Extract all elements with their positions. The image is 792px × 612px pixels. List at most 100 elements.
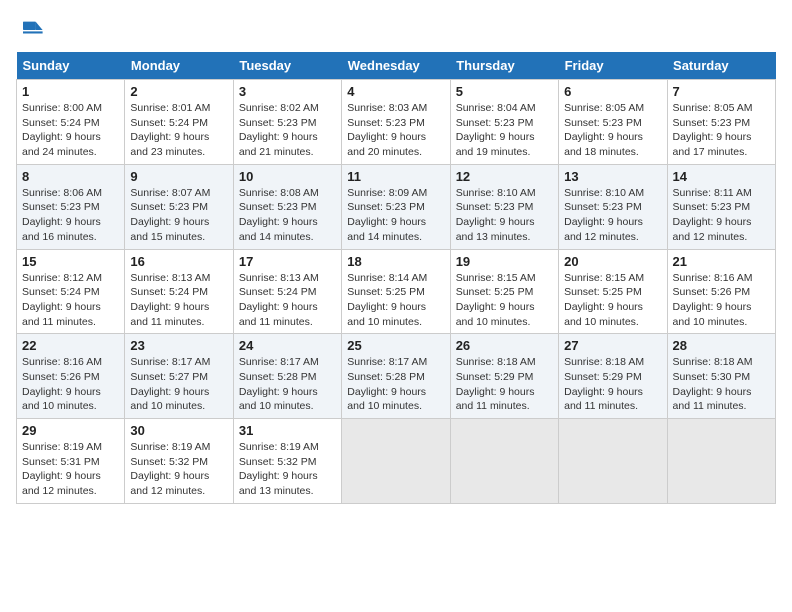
day-info: Sunrise: 8:16 AMSunset: 5:26 PMDaylight:… — [673, 271, 770, 330]
day-cell: 9 Sunrise: 8:07 AMSunset: 5:23 PMDaylight… — [125, 164, 233, 249]
day-number: 22 — [22, 338, 119, 353]
day-number: 26 — [456, 338, 553, 353]
day-number: 24 — [239, 338, 336, 353]
day-number: 30 — [130, 423, 227, 438]
day-cell: 22Sunrise: 8:16 AMSunset: 5:26 PMDayligh… — [17, 334, 125, 419]
day-number: 3 — [239, 84, 336, 99]
day-info: Sunrise: 8:02 AMSunset: 5:23 PMDaylight:… — [239, 101, 336, 160]
day-number: 23 — [130, 338, 227, 353]
day-number: 7 — [673, 84, 770, 99]
day-cell: 13 Sunrise: 8:10 AMSunset: 5:23 PMDayligh… — [559, 164, 667, 249]
day-info: Sunrise: 8:18 AMSunset: 5:29 PMDaylight:… — [564, 355, 661, 414]
day-info: Sunrise: 8:18 AMSunset: 5:30 PMDaylight:… — [673, 355, 770, 414]
day-cell — [559, 419, 667, 504]
column-header-tuesday: Tuesday — [233, 52, 341, 80]
day-info: Sunrise: 8:05 AMSunset: 5:23 PMDaylight:… — [564, 101, 661, 160]
day-number: 29 — [22, 423, 119, 438]
day-info: Sunrise: 8:12 AMSunset: 5:24 PMDaylight:… — [22, 271, 119, 330]
day-info: Sunrise: 8:05 AMSunset: 5:23 PMDaylight:… — [673, 101, 770, 160]
day-number: 8 — [22, 169, 119, 184]
day-cell: 3 Sunrise: 8:02 AMSunset: 5:23 PMDaylight… — [233, 80, 341, 165]
day-info: Sunrise: 8:01 AMSunset: 5:24 PMDaylight:… — [130, 101, 227, 160]
day-number: 5 — [456, 84, 553, 99]
day-info: Sunrise: 8:10 AMSunset: 5:23 PMDaylight:… — [564, 186, 661, 245]
day-cell: 19 Sunrise: 8:15 AMSunset: 5:25 PMDayligh… — [450, 249, 558, 334]
week-row: 29 Sunrise: 8:19 AMSunset: 5:31 PMDayligh… — [17, 419, 776, 504]
day-info: Sunrise: 8:17 AMSunset: 5:28 PMDaylight:… — [347, 355, 444, 414]
logo — [16, 16, 48, 44]
day-number: 18 — [347, 254, 444, 269]
day-info: Sunrise: 8:07 AMSunset: 5:23 PMDaylight:… — [130, 186, 227, 245]
day-cell: 21Sunrise: 8:16 AMSunset: 5:26 PMDayligh… — [667, 249, 775, 334]
day-number: 19 — [456, 254, 553, 269]
day-cell: 12 Sunrise: 8:10 AMSunset: 5:23 PMDayligh… — [450, 164, 558, 249]
day-info: Sunrise: 8:19 AMSunset: 5:31 PMDaylight:… — [22, 440, 119, 499]
day-number: 9 — [130, 169, 227, 184]
day-cell: 2 Sunrise: 8:01 AMSunset: 5:24 PMDaylight… — [125, 80, 233, 165]
day-cell — [667, 419, 775, 504]
week-row: 8 Sunrise: 8:06 AMSunset: 5:23 PMDaylight… — [17, 164, 776, 249]
day-number: 20 — [564, 254, 661, 269]
header-row: SundayMondayTuesdayWednesdayThursdayFrid… — [17, 52, 776, 80]
logo-icon — [16, 16, 44, 44]
day-cell: 7 Sunrise: 8:05 AMSunset: 5:23 PMDaylight… — [667, 80, 775, 165]
day-info: Sunrise: 8:15 AMSunset: 5:25 PMDaylight:… — [456, 271, 553, 330]
day-number: 1 — [22, 84, 119, 99]
calendar-body: 1 Sunrise: 8:00 AMSunset: 5:24 PMDaylight… — [17, 80, 776, 504]
day-number: 16 — [130, 254, 227, 269]
day-cell: 11 Sunrise: 8:09 AMSunset: 5:23 PMDayligh… — [342, 164, 450, 249]
day-cell: 4 Sunrise: 8:03 AMSunset: 5:23 PMDaylight… — [342, 80, 450, 165]
day-info: Sunrise: 8:09 AMSunset: 5:23 PMDaylight:… — [347, 186, 444, 245]
day-info: Sunrise: 8:08 AMSunset: 5:23 PMDaylight:… — [239, 186, 336, 245]
day-number: 4 — [347, 84, 444, 99]
day-cell: 1 Sunrise: 8:00 AMSunset: 5:24 PMDaylight… — [17, 80, 125, 165]
day-number: 25 — [347, 338, 444, 353]
day-cell: 30 Sunrise: 8:19 AMSunset: 5:32 PMDayligh… — [125, 419, 233, 504]
day-info: Sunrise: 8:10 AMSunset: 5:23 PMDaylight:… — [456, 186, 553, 245]
day-cell: 25 Sunrise: 8:17 AMSunset: 5:28 PMDayligh… — [342, 334, 450, 419]
day-info: Sunrise: 8:13 AMSunset: 5:24 PMDaylight:… — [239, 271, 336, 330]
column-header-wednesday: Wednesday — [342, 52, 450, 80]
day-info: Sunrise: 8:17 AMSunset: 5:27 PMDaylight:… — [130, 355, 227, 414]
day-number: 31 — [239, 423, 336, 438]
day-number: 2 — [130, 84, 227, 99]
day-number: 6 — [564, 84, 661, 99]
day-info: Sunrise: 8:19 AMSunset: 5:32 PMDaylight:… — [130, 440, 227, 499]
header — [16, 16, 776, 44]
day-cell: 20 Sunrise: 8:15 AMSunset: 5:25 PMDayligh… — [559, 249, 667, 334]
week-row: 1 Sunrise: 8:00 AMSunset: 5:24 PMDaylight… — [17, 80, 776, 165]
day-cell: 6 Sunrise: 8:05 AMSunset: 5:23 PMDaylight… — [559, 80, 667, 165]
day-number: 12 — [456, 169, 553, 184]
day-cell: 15Sunrise: 8:12 AMSunset: 5:24 PMDayligh… — [17, 249, 125, 334]
day-cell: 23 Sunrise: 8:17 AMSunset: 5:27 PMDayligh… — [125, 334, 233, 419]
day-info: Sunrise: 8:13 AMSunset: 5:24 PMDaylight:… — [130, 271, 227, 330]
day-cell: 26Sunrise: 8:18 AMSunset: 5:29 PMDayligh… — [450, 334, 558, 419]
day-cell — [450, 419, 558, 504]
day-number: 14 — [673, 169, 770, 184]
day-number: 11 — [347, 169, 444, 184]
day-cell: 31 Sunrise: 8:19 AMSunset: 5:32 PMDayligh… — [233, 419, 341, 504]
day-info: Sunrise: 8:06 AMSunset: 5:23 PMDaylight:… — [22, 186, 119, 245]
column-header-sunday: Sunday — [17, 52, 125, 80]
day-cell: 24Sunrise: 8:17 AMSunset: 5:28 PMDayligh… — [233, 334, 341, 419]
column-header-friday: Friday — [559, 52, 667, 80]
day-info: Sunrise: 8:15 AMSunset: 5:25 PMDaylight:… — [564, 271, 661, 330]
day-number: 17 — [239, 254, 336, 269]
day-cell: 16 Sunrise: 8:13 AMSunset: 5:24 PMDayligh… — [125, 249, 233, 334]
day-info: Sunrise: 8:03 AMSunset: 5:23 PMDaylight:… — [347, 101, 444, 160]
day-number: 28 — [673, 338, 770, 353]
week-row: 15Sunrise: 8:12 AMSunset: 5:24 PMDayligh… — [17, 249, 776, 334]
day-cell: 5 Sunrise: 8:04 AMSunset: 5:23 PMDaylight… — [450, 80, 558, 165]
day-info: Sunrise: 8:04 AMSunset: 5:23 PMDaylight:… — [456, 101, 553, 160]
day-cell: 28 Sunrise: 8:18 AMSunset: 5:30 PMDayligh… — [667, 334, 775, 419]
day-number: 13 — [564, 169, 661, 184]
day-info: Sunrise: 8:19 AMSunset: 5:32 PMDaylight:… — [239, 440, 336, 499]
day-number: 10 — [239, 169, 336, 184]
day-cell: 27Sunrise: 8:18 AMSunset: 5:29 PMDayligh… — [559, 334, 667, 419]
calendar-header: SundayMondayTuesdayWednesdayThursdayFrid… — [17, 52, 776, 80]
day-info: Sunrise: 8:11 AMSunset: 5:23 PMDaylight:… — [673, 186, 770, 245]
day-info: Sunrise: 8:00 AMSunset: 5:24 PMDaylight:… — [22, 101, 119, 160]
day-cell: 10 Sunrise: 8:08 AMSunset: 5:23 PMDayligh… — [233, 164, 341, 249]
day-cell: 17 Sunrise: 8:13 AMSunset: 5:24 PMDayligh… — [233, 249, 341, 334]
day-cell: 8 Sunrise: 8:06 AMSunset: 5:23 PMDaylight… — [17, 164, 125, 249]
